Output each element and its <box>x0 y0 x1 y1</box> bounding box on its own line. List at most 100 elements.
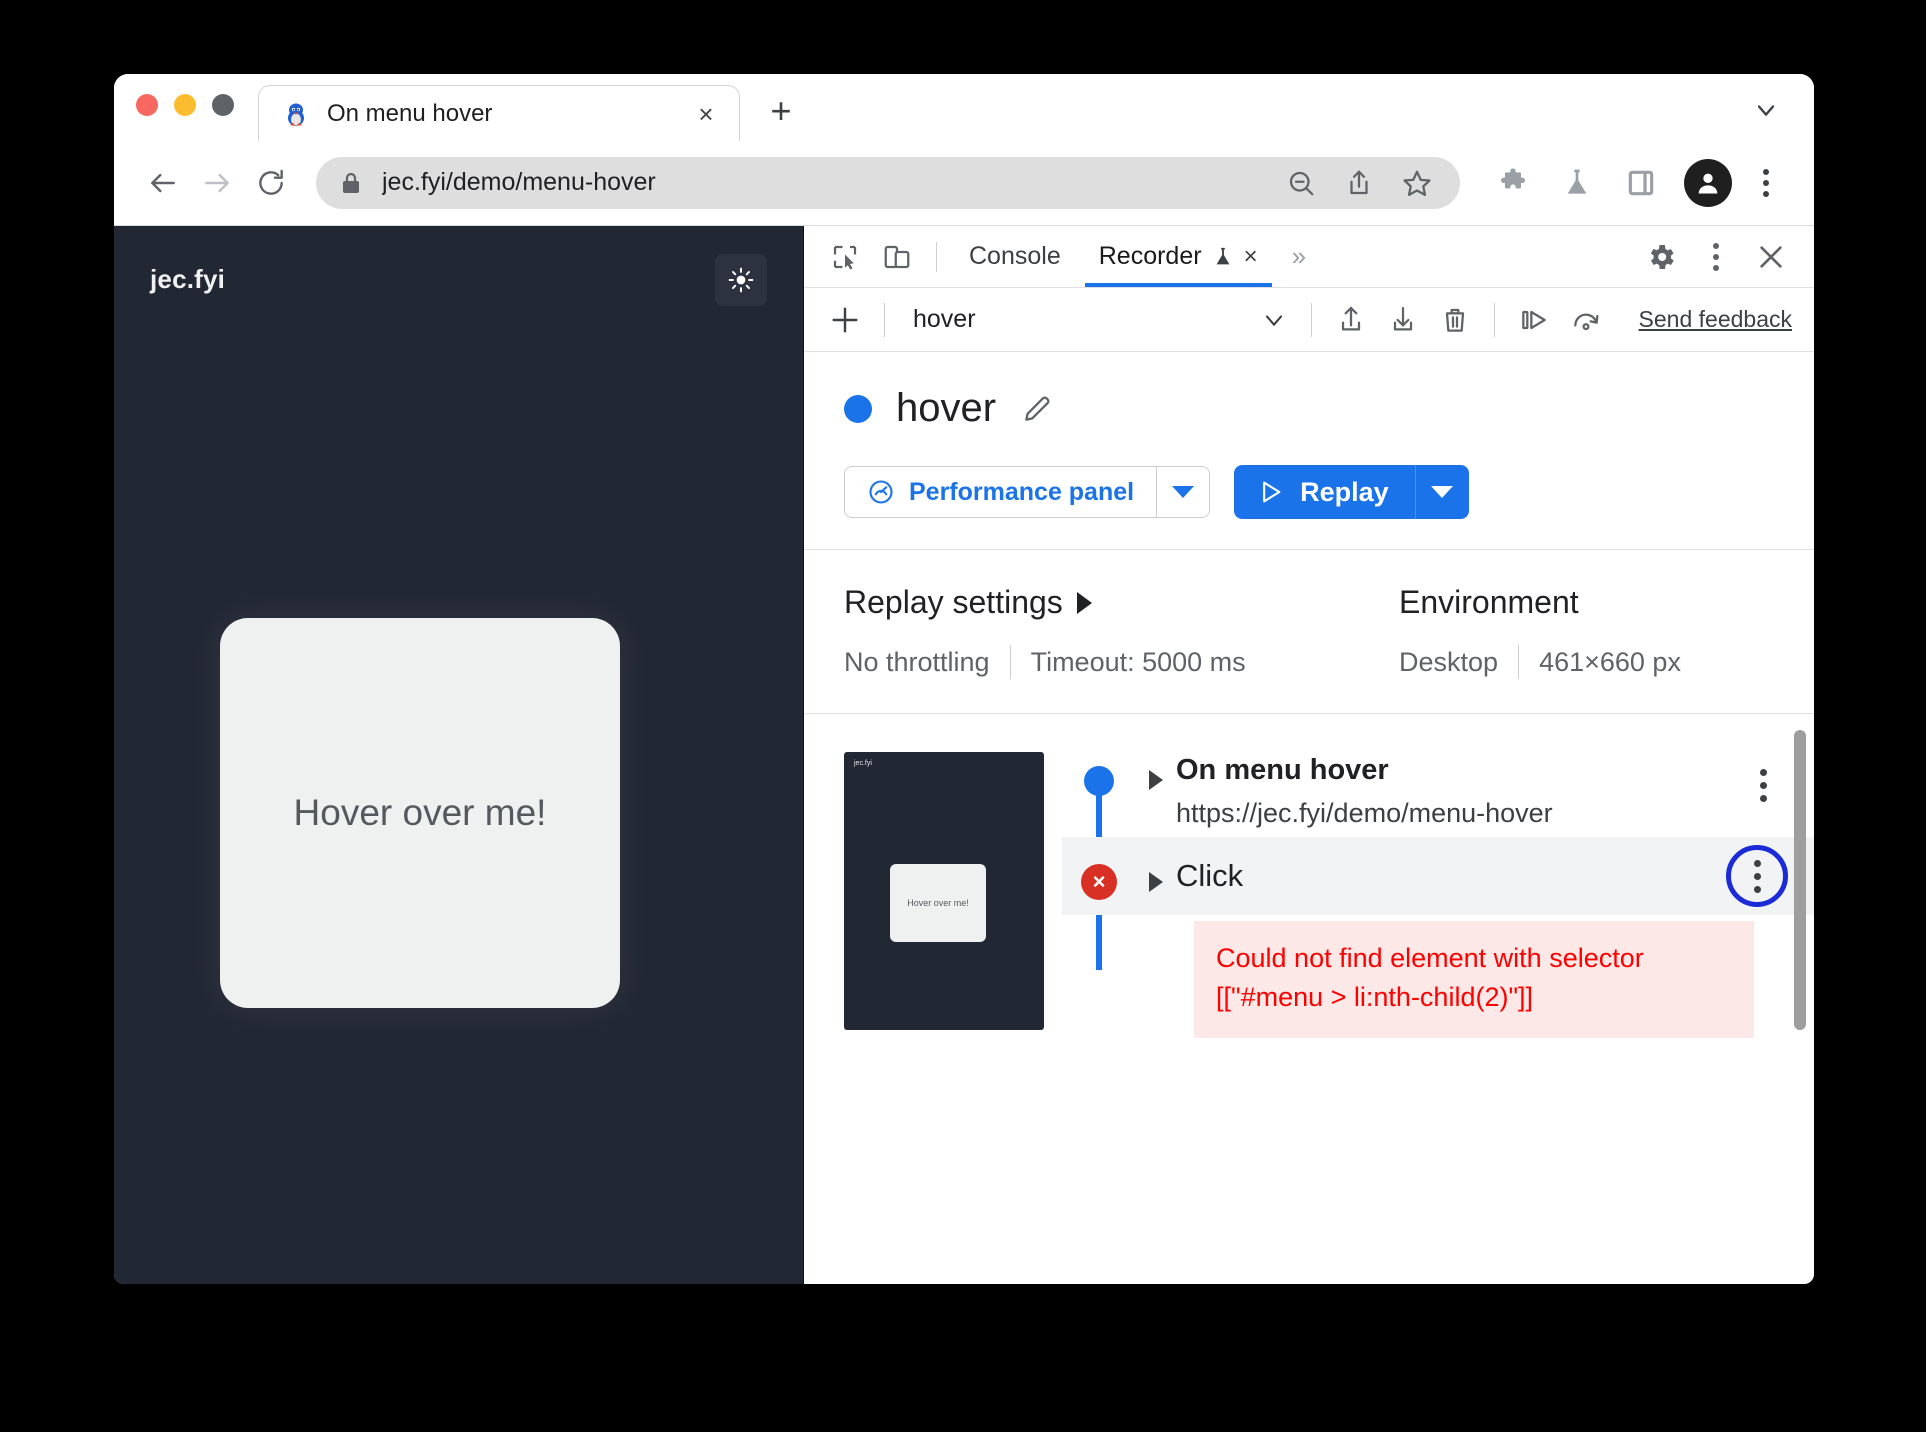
sun-icon[interactable] <box>715 254 767 306</box>
chevron-right-icon <box>1149 770 1163 790</box>
maximize-window-button[interactable] <box>212 94 234 116</box>
step-error-marker: × <box>1081 864 1117 901</box>
step-screenshot-thumbnail[interactable]: jec.fyi Hover over me! <box>844 752 1044 1030</box>
step-title: Click <box>1176 857 1244 893</box>
play-triangle-icon <box>1256 478 1284 506</box>
experiments-flask-icon[interactable] <box>1550 156 1604 210</box>
expand-step-button[interactable] <box>1136 752 1176 790</box>
toolbar-divider <box>936 241 937 272</box>
chevron-down-icon[interactable] <box>1251 297 1297 343</box>
tab-recorder[interactable]: Recorder × <box>1081 227 1276 287</box>
thumbnail-card-label: Hover over me! <box>890 864 986 942</box>
browser-toolbar: jec.fyi/demo/menu-hover <box>114 140 1814 226</box>
browser-window: On menu hover × + jec.fyi/demo/menu-hove… <box>114 74 1814 1284</box>
close-recorder-tab-button[interactable]: × <box>1244 244 1258 269</box>
back-arrow-icon[interactable] <box>136 156 190 210</box>
replay-settings-values: No throttling Timeout: 5000 ms <box>844 645 1399 679</box>
replay-caret[interactable] <box>1414 465 1469 519</box>
inspect-element-icon[interactable] <box>820 232 870 282</box>
replay-slow-icon[interactable] <box>1561 295 1611 345</box>
performance-panel-button[interactable]: Performance panel <box>844 466 1157 518</box>
tab-recorder-label: Recorder <box>1098 242 1202 270</box>
recording-title-row: hover <box>844 386 1774 431</box>
more-vertical-icon[interactable] <box>1692 233 1740 281</box>
tab-console[interactable]: Console <box>951 227 1079 287</box>
tab-search-chevron-icon[interactable] <box>1750 94 1782 126</box>
throttling-value: No throttling <box>844 646 990 677</box>
recording-header: hover Performance panel Replay <box>804 352 1814 550</box>
step-marker-gutter <box>1062 752 1136 970</box>
step-more-menu-button[interactable] <box>1738 760 1788 810</box>
zoom-out-icon[interactable] <box>1278 160 1324 206</box>
steps-inner: jec.fyi Hover over me! On menu hover htt… <box>804 714 1814 1038</box>
performance-panel-caret[interactable] <box>1156 466 1211 518</box>
replay-settings-group: Replay settings No throttling Timeout: 5… <box>844 584 1399 679</box>
send-feedback-link[interactable]: Send feedback <box>1639 306 1792 333</box>
hover-card-label: Hover over me! <box>293 792 547 833</box>
devtools-toolbar-right <box>1636 232 1796 282</box>
extensions-puzzle-icon[interactable] <box>1486 156 1540 210</box>
side-panel-icon[interactable] <box>1614 156 1668 210</box>
gear-icon[interactable] <box>1636 232 1686 282</box>
recorder-toolbar: hover Send feedback <box>804 288 1814 352</box>
new-tab-button[interactable]: + <box>758 88 804 134</box>
environment-heading-label: Environment <box>1399 584 1579 620</box>
share-icon[interactable] <box>1336 160 1382 206</box>
chevron-right-icon <box>1076 591 1092 614</box>
step-marker-gutter: × <box>1062 852 1136 901</box>
devtools-tab-overflow[interactable]: » <box>1278 241 1320 272</box>
pencil-icon[interactable] <box>1020 392 1054 426</box>
thumbnail-brand: jec.fyi <box>854 760 872 767</box>
environment-values: Desktop 461×660 px <box>1399 645 1681 679</box>
chevron-right-icon <box>1149 872 1163 893</box>
close-tab-button[interactable]: × <box>691 99 721 129</box>
recorder-body: hover Performance panel Replay Replay se… <box>804 352 1814 1284</box>
step-error-message: Could not find element with selector [["… <box>1194 921 1754 1038</box>
replay-settings-heading: Replay settings <box>844 584 1063 620</box>
star-icon[interactable] <box>1394 160 1440 206</box>
close-devtools-icon[interactable] <box>1746 232 1796 282</box>
close-window-button[interactable] <box>136 94 158 116</box>
replay-button[interactable]: Replay <box>1234 465 1415 519</box>
browser-tab[interactable]: On menu hover × <box>258 85 740 141</box>
address-bar[interactable]: jec.fyi/demo/menu-hover <box>316 156 1460 209</box>
window-traffic-lights <box>136 74 234 140</box>
performance-panel-label: Performance panel <box>909 477 1135 506</box>
import-icon[interactable] <box>1378 295 1428 345</box>
steps-section: jec.fyi Hover over me! On menu hover htt… <box>804 714 1814 1038</box>
forward-arrow-icon[interactable] <box>190 156 244 210</box>
recording-status-dot <box>844 394 872 423</box>
add-recording-button[interactable] <box>820 295 870 345</box>
environment-heading: Environment <box>1399 584 1681 621</box>
step-row-navigate[interactable]: On menu hover https://jec.fyi/demo/menu-… <box>1062 744 1814 970</box>
toolbar-divider <box>1493 302 1495 337</box>
timeout-value: Timeout: 5000 ms <box>1030 646 1246 677</box>
hover-target-card[interactable]: Hover over me! <box>220 618 620 1008</box>
recording-action-row: Performance panel Replay <box>844 465 1774 519</box>
settings-section: Replay settings No throttling Timeout: 5… <box>804 550 1814 714</box>
site-brand: jec.fyi <box>150 264 226 294</box>
export-icon[interactable] <box>1326 295 1376 345</box>
replay-step-icon[interactable] <box>1509 295 1559 345</box>
performance-panel-split-button: Performance panel <box>844 466 1211 518</box>
value-divider <box>1009 645 1011 679</box>
profile-avatar[interactable] <box>1684 158 1732 207</box>
steps-list: On menu hover https://jec.fyi/demo/menu-… <box>1044 744 1814 1038</box>
reload-icon[interactable] <box>244 156 298 210</box>
trash-icon[interactable] <box>1430 295 1480 345</box>
devtools-panel: Console Recorder × » hover Send feedback… <box>804 226 1814 1284</box>
recording-select-value[interactable]: hover <box>913 305 976 334</box>
step-row-click[interactable]: × Click <box>1062 837 1814 916</box>
replay-settings-toggle[interactable]: Replay settings <box>844 584 1399 621</box>
toolbar-divider <box>1310 302 1312 337</box>
lock-icon[interactable] <box>340 171 362 195</box>
chrome-menu-icon[interactable] <box>1744 159 1788 207</box>
penguin-favicon <box>283 101 309 127</box>
step-title: On menu hover <box>1176 754 1389 786</box>
step-status-dot <box>1084 766 1114 796</box>
expand-step-button[interactable] <box>1136 860 1176 893</box>
steps-scrollbar[interactable] <box>1794 730 1806 1030</box>
step-more-menu-button[interactable] <box>1726 845 1788 908</box>
minimize-window-button[interactable] <box>174 94 196 116</box>
device-toolbar-icon[interactable] <box>872 232 922 282</box>
